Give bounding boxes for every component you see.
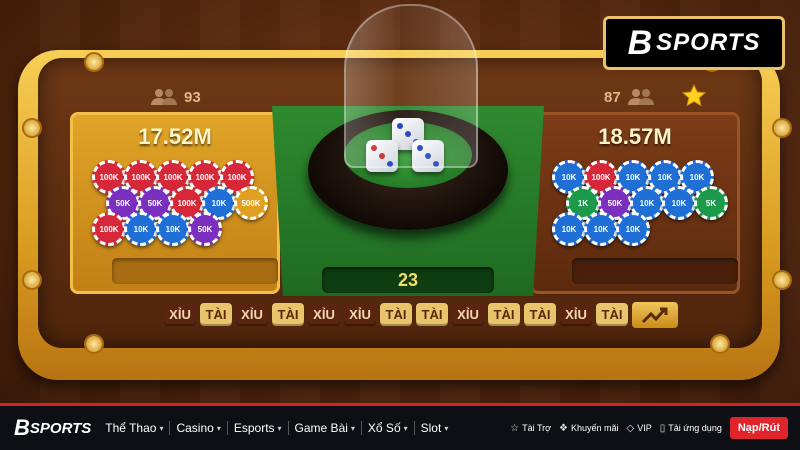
nav-menu-item[interactable]: Game Bài ▾ bbox=[287, 421, 361, 435]
bet-chip: 10K bbox=[124, 212, 158, 246]
bolt-decoration bbox=[24, 120, 40, 136]
xiu-bet-panel[interactable]: 18.57M 10K 100K 10K 10K 10K 1K 50K 10K 10K 5K 10K 1… bbox=[530, 112, 740, 294]
nav-logo-mark: B bbox=[14, 415, 30, 440]
nav-menu-item[interactable]: Xổ Số ▾ bbox=[360, 421, 414, 435]
star-icon[interactable] bbox=[682, 84, 706, 106]
diamond-icon: ◇ bbox=[626, 422, 635, 434]
bet-chip: 10K bbox=[584, 212, 618, 246]
bet-chip: 50K bbox=[188, 212, 222, 246]
nav-menu-item[interactable]: Esports ▾ bbox=[226, 421, 288, 435]
chevron-down-icon: ▾ bbox=[277, 423, 282, 433]
nav-sponsor-link[interactable]: ☆ Tài Trợ bbox=[510, 423, 551, 434]
chevron-down-icon: ▾ bbox=[159, 423, 164, 433]
shield-icon: ☆ bbox=[510, 422, 520, 434]
left-player-count: 93 bbox=[150, 88, 201, 106]
brand-logo-mark: B bbox=[627, 24, 653, 62]
history-tai: TÀI bbox=[488, 303, 520, 326]
bet-chip: 10K bbox=[156, 212, 190, 246]
history-tai: TÀI bbox=[416, 303, 448, 326]
brand-logo-text: SPORTS bbox=[656, 29, 761, 56]
history-tai: TÀI bbox=[272, 303, 304, 326]
history-xiu: XỈU bbox=[236, 303, 268, 326]
history-xiu: XỈU bbox=[308, 303, 340, 326]
bolt-decoration bbox=[712, 336, 728, 352]
players-icon bbox=[627, 89, 654, 105]
game-scene: 93 87 17.52M 100K 100K 100K 100K 100K 50K 50K 1… bbox=[0, 0, 800, 403]
tai-bet-panel[interactable]: 17.52M 100K 100K 100K 100K 100K 50K 50K 100K 10K… bbox=[70, 112, 280, 294]
history-xiu: XỈU bbox=[452, 303, 484, 326]
players-icon bbox=[151, 89, 177, 105]
chevron-down-icon: ▾ bbox=[444, 423, 449, 433]
tag-icon: ❖ bbox=[559, 422, 568, 434]
chevron-down-icon: ▾ bbox=[216, 423, 221, 433]
nav-vip-link[interactable]: ◇ VIP bbox=[627, 423, 652, 434]
bolt-decoration bbox=[774, 120, 790, 136]
bolt-decoration bbox=[86, 336, 102, 352]
brand-logo[interactable]: B SPORTS bbox=[603, 16, 785, 70]
nav-menu-item[interactable]: Slot ▾ bbox=[413, 421, 455, 435]
nav-menu-item[interactable]: Thể Thao ▾ bbox=[99, 421, 169, 435]
tai-chip-stack: 100K 100K 100K 100K 100K 50K 50K 100K 10K 500K 100… bbox=[92, 160, 268, 250]
nav-utilities: ☆ Tài Trợ ❖ Khuyến mãi ◇ VIP ▯ Tải ứng dụng … bbox=[510, 417, 788, 439]
bolt-decoration bbox=[86, 54, 102, 70]
history-xiu: XỈU bbox=[344, 303, 376, 326]
bet-chip: 10K bbox=[662, 186, 696, 220]
history-tai: TÀI bbox=[524, 303, 556, 326]
chevron-down-icon: ▾ bbox=[403, 423, 408, 433]
history-xiu: XỈU bbox=[560, 303, 592, 326]
history-tai: TÀI bbox=[380, 303, 412, 326]
nav-logo[interactable]: B SPORTS bbox=[14, 415, 91, 441]
nav-menu: Thể Thao ▾ Casino ▾ Esports ▾ Game Bài ▾ Xổ Số ▾ S… bbox=[99, 421, 454, 435]
bolt-decoration bbox=[774, 272, 790, 288]
nav-promo-link[interactable]: ❖ Khuyến mãi bbox=[559, 423, 619, 434]
nav-download-link[interactable]: ▯ Tải ứng dụng bbox=[660, 423, 722, 434]
trend-button[interactable] bbox=[632, 302, 678, 328]
nav-logo-text: SPORTS bbox=[29, 419, 92, 437]
countdown-timer: 23 bbox=[322, 267, 494, 293]
history-tai: TÀI bbox=[200, 303, 232, 326]
xiu-total-amount: 18.57M bbox=[598, 124, 672, 149]
tai-total-amount: 17.52M bbox=[138, 124, 212, 149]
phone-icon: ▯ bbox=[659, 422, 666, 434]
tai-bet-input[interactable] bbox=[112, 258, 278, 284]
history-xiu: XỈU bbox=[164, 303, 196, 326]
history-tai: TÀI bbox=[596, 303, 628, 326]
bet-chip: 5K bbox=[694, 186, 728, 220]
left-player-count-value: 93 bbox=[184, 88, 201, 106]
bet-chip: 10K bbox=[552, 212, 586, 246]
trend-chart-icon bbox=[641, 307, 668, 324]
xiu-chip-stack: 10K 100K 10K 10K 10K 1K 50K 10K 10K 5K 10K 10K 10K bbox=[552, 160, 728, 250]
result-history: XỈU TÀI XỈU TÀI XỈU XỈU TÀI TÀI XỈU TÀI TÀI XỈU TÀI bbox=[164, 303, 628, 326]
nav-menu-item[interactable]: Casino ▾ bbox=[169, 421, 226, 435]
dice-cover-dome bbox=[344, 4, 478, 168]
right-player-count-value: 87 bbox=[604, 88, 621, 106]
deposit-withdraw-button[interactable]: Nạp/Rút bbox=[729, 417, 788, 439]
bet-chip: 10K bbox=[616, 212, 650, 246]
bet-chip: 500K bbox=[234, 186, 268, 220]
bet-chip: 100K bbox=[92, 212, 126, 246]
xiu-bet-input[interactable] bbox=[572, 258, 738, 284]
chevron-down-icon: ▾ bbox=[350, 423, 355, 433]
site-navbar: B SPORTS Thể Thao ▾ Casino ▾ Esports ▾ Game Bà… bbox=[0, 403, 800, 450]
bolt-decoration bbox=[24, 272, 40, 288]
right-player-count: 87 bbox=[604, 88, 655, 106]
